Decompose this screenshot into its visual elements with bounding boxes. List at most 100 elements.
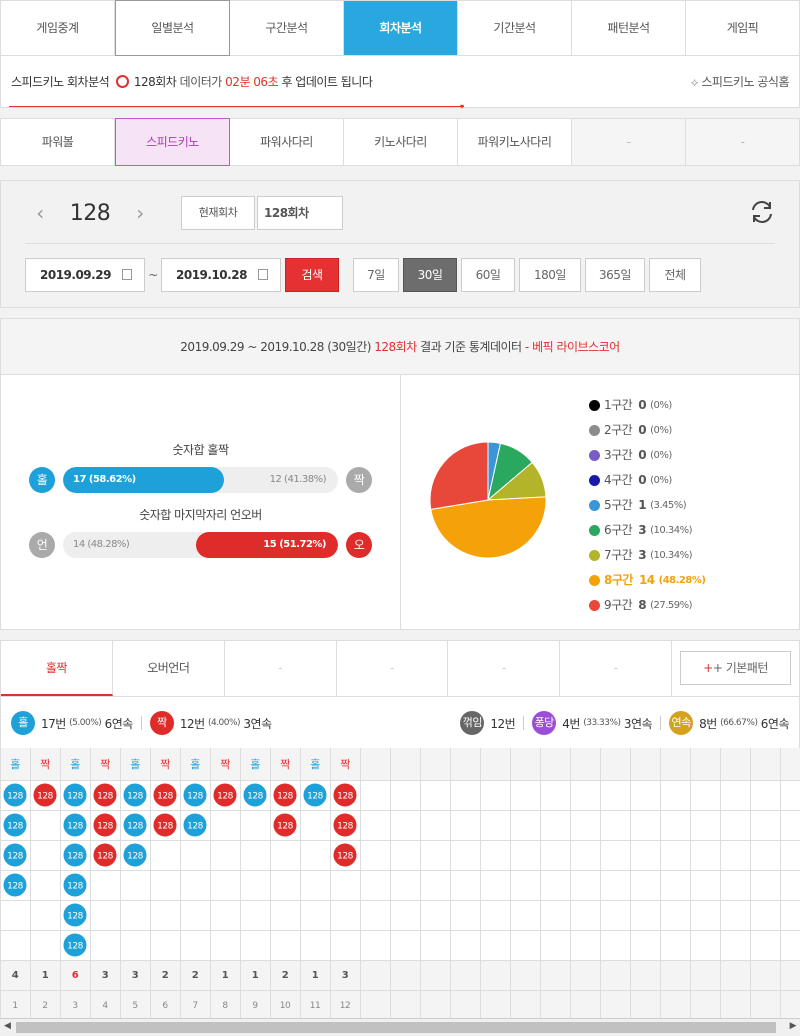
column-index: 10 bbox=[280, 1001, 291, 1011]
over-fill: 15 (51.72%) bbox=[195, 532, 338, 558]
refresh-icon[interactable] bbox=[749, 199, 775, 225]
result-label: 128 bbox=[67, 882, 83, 892]
result-label: 128 bbox=[67, 792, 83, 802]
result-label: 128 bbox=[247, 792, 263, 802]
over-value: 15 (51.72%) bbox=[263, 539, 326, 550]
legend-percent: (27.59%) bbox=[650, 600, 693, 611]
pattern-summary: 홀 17번 (5.00%) 6연속 짝 12번 (4.00%) 3연속 꺾임 1… bbox=[0, 696, 800, 750]
filter-panel: ‹ 128 › 현재회차 128회차 2019.09.29 ~ 2019.10.… bbox=[0, 180, 800, 308]
pattern-tab-odd-even[interactable]: 홀짝 bbox=[1, 641, 113, 696]
current-round-button[interactable]: 현재회차 bbox=[181, 196, 255, 230]
period-7-button[interactable]: 7일 bbox=[353, 258, 399, 292]
even-summary-badge: 짝 bbox=[149, 711, 174, 735]
result-label: 128 bbox=[67, 822, 83, 832]
next-round-icon[interactable]: › bbox=[125, 201, 155, 225]
grid-column-header: 홀 bbox=[310, 758, 320, 771]
scroll-thumb[interactable] bbox=[16, 1022, 776, 1033]
pattern-tab-over-under[interactable]: 오버언더 bbox=[113, 641, 225, 696]
streak-count: 2 bbox=[162, 970, 169, 981]
round-input[interactable]: 128회차 bbox=[257, 196, 343, 230]
under-value: 14 (48.28%) bbox=[73, 539, 130, 550]
pattern-tab-empty: - bbox=[448, 641, 561, 696]
section-pie-chart bbox=[429, 441, 547, 559]
streak-count: 2 bbox=[282, 970, 289, 981]
tab-daily-analysis[interactable]: 일별분석 bbox=[115, 0, 230, 56]
grid-column-header: 짝 bbox=[40, 758, 50, 771]
legend-dot-icon bbox=[589, 500, 600, 511]
official-home-link[interactable]: ⟡ 스피드키노 공식홈 bbox=[691, 73, 790, 90]
result-label: 128 bbox=[127, 792, 143, 802]
legend-item: 8구간 14 (48.28%) bbox=[589, 568, 706, 593]
period-180-button[interactable]: 180일 bbox=[519, 258, 581, 292]
continue-count: 8번 bbox=[699, 716, 717, 731]
result-label: 128 bbox=[127, 852, 143, 862]
legend-percent: (0%) bbox=[650, 450, 672, 461]
odd-count: 17번 bbox=[41, 716, 66, 731]
tab-game-live[interactable]: 게임중계 bbox=[1, 1, 115, 55]
continue-streak: 6연속 bbox=[760, 716, 790, 731]
period-60-button[interactable]: 60일 bbox=[461, 258, 515, 292]
result-label: 128 bbox=[187, 792, 203, 802]
legend-dot-icon bbox=[589, 575, 600, 586]
pattern-tab-empty: - bbox=[560, 641, 673, 696]
result-label: 128 bbox=[67, 852, 83, 862]
legend-count: 14 bbox=[638, 573, 655, 587]
scroll-right-icon[interactable]: ▶ bbox=[790, 1021, 797, 1031]
calendar-icon bbox=[258, 269, 268, 280]
odd-streak: 6연속 bbox=[104, 716, 134, 731]
tab-pattern-analysis[interactable]: 패턴분석 bbox=[572, 1, 686, 55]
game-tab-power-ladder[interactable]: 파워사다리 bbox=[230, 119, 344, 165]
column-index: 3 bbox=[72, 1001, 77, 1011]
period-365-button[interactable]: 365일 bbox=[585, 258, 645, 292]
update-message: 스피드키노 회차분석 128회차 데이터가 02분 06초 후 업데이트 됩니다 bbox=[11, 73, 373, 90]
column-index: 1 bbox=[12, 1001, 17, 1011]
game-tab-speedkeno[interactable]: 스피드키노 bbox=[115, 118, 230, 166]
tab-game-pick[interactable]: 게임픽 bbox=[686, 1, 799, 55]
pattern-tab-empty: - bbox=[225, 641, 337, 696]
stats-brand: - 베픽 라이브스코어 bbox=[524, 340, 620, 354]
info-round: 128회차 bbox=[133, 75, 177, 89]
even-value: 12 (41.38%) bbox=[269, 474, 327, 485]
result-label: 128 bbox=[37, 792, 53, 802]
odd-even-title: 숫자합 홀짝 bbox=[172, 443, 229, 457]
search-button[interactable]: 검색 bbox=[285, 258, 339, 292]
continue-badge: 연속 bbox=[669, 711, 694, 735]
tab-round-analysis[interactable]: 회차분석 bbox=[344, 1, 458, 55]
result-label: 128 bbox=[277, 822, 293, 832]
pattern-plus-cell: ++ 기본패턴 bbox=[672, 641, 799, 696]
game-tab-powerkeno-ladder[interactable]: 파워키노사다리 bbox=[458, 119, 572, 165]
column-index: 9 bbox=[252, 1001, 258, 1011]
period-30-button[interactable]: 30일 bbox=[403, 258, 457, 292]
prev-round-icon[interactable]: ‹ bbox=[25, 201, 55, 225]
legend-count: 0 bbox=[638, 448, 647, 462]
scroll-left-icon[interactable]: ◀ bbox=[4, 1021, 11, 1031]
legend-dot-icon bbox=[589, 450, 600, 461]
horizontal-scrollbar[interactable]: ◀ ▶ bbox=[0, 1018, 800, 1036]
column-index: 11 bbox=[310, 1001, 320, 1011]
result-label: 128 bbox=[97, 792, 113, 802]
legend-percent: (48.28%) bbox=[658, 575, 706, 586]
result-label: 128 bbox=[307, 792, 323, 802]
legend-count: 0 bbox=[638, 398, 647, 412]
calendar-icon bbox=[122, 269, 132, 280]
date-from-field[interactable]: 2019.09.29 bbox=[25, 258, 145, 292]
tab-period-analysis[interactable]: 기간분석 bbox=[458, 1, 572, 55]
period-all-button[interactable]: 전체 bbox=[649, 258, 701, 292]
round-number: 128 bbox=[69, 200, 111, 226]
odd-percent: (5.00%) bbox=[69, 718, 102, 728]
basic-pattern-button[interactable]: ++ 기본패턴 bbox=[680, 651, 792, 685]
legend-count: 1 bbox=[638, 498, 647, 512]
streak-count: 3 bbox=[102, 970, 109, 981]
date-to-field[interactable]: 2019.10.28 bbox=[161, 258, 281, 292]
result-label: 128 bbox=[277, 792, 293, 802]
under-badge: 언 bbox=[29, 532, 55, 558]
game-tab-powerball[interactable]: 파워볼 bbox=[1, 119, 115, 165]
legend-label: 5구간 bbox=[604, 498, 633, 512]
game-tab-keno-ladder[interactable]: 키노사다리 bbox=[344, 119, 458, 165]
stats-round: 128회차 bbox=[374, 340, 417, 354]
tab-section-analysis[interactable]: 구간분석 bbox=[230, 1, 344, 55]
update-info-bar: 스피드키노 회차분석 128회차 데이터가 02분 06초 후 업데이트 됩니다… bbox=[0, 56, 800, 111]
grid-column-header: 홀 bbox=[70, 758, 80, 771]
legend-dot-icon bbox=[589, 525, 600, 536]
even-badge: 짝 bbox=[346, 467, 372, 493]
